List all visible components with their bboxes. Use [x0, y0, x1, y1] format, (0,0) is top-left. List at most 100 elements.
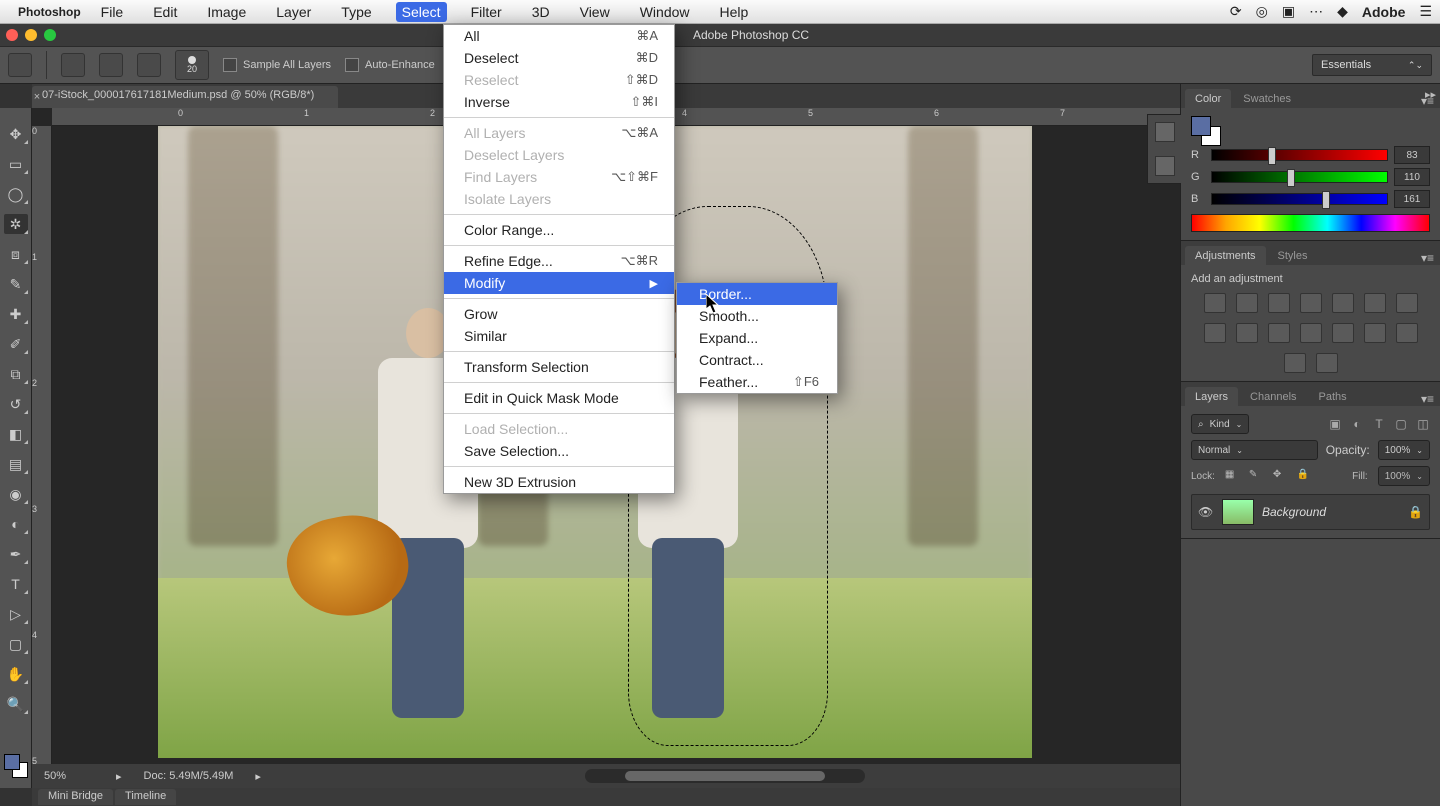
menu-layer[interactable]: Layer: [270, 2, 317, 22]
tab-mini-bridge[interactable]: Mini Bridge: [38, 789, 113, 805]
menu-type[interactable]: Type: [335, 2, 377, 22]
menu-item-find-layers[interactable]: Find Layers⌥⇧⌘F: [444, 166, 674, 188]
hand-tool[interactable]: ✋: [4, 664, 28, 684]
tab-swatches[interactable]: Swatches: [1233, 89, 1301, 108]
menu-item-transform-selection[interactable]: Transform Selection: [444, 356, 674, 378]
ruler-vertical[interactable]: 0 1 2 3 4 5: [32, 126, 52, 764]
color-balance-icon[interactable]: [1396, 293, 1418, 313]
hue-sat-icon[interactable]: [1364, 293, 1386, 313]
tab-paths[interactable]: Paths: [1309, 387, 1357, 406]
dodge-tool[interactable]: ◐: [4, 514, 28, 534]
menu-window[interactable]: Window: [634, 2, 696, 22]
levels-icon[interactable]: [1236, 293, 1258, 313]
auto-enhance-checkbox[interactable]: Auto-Enhance: [345, 58, 435, 72]
lasso-tool[interactable]: ◯: [4, 184, 28, 204]
lock-all-icon[interactable]: 🔒: [1297, 469, 1311, 483]
eraser-tool[interactable]: ◧: [4, 424, 28, 444]
opacity-field[interactable]: 100%⌄: [1378, 440, 1430, 460]
menu-select[interactable]: Select: [396, 2, 447, 22]
invert-icon[interactable]: [1332, 323, 1354, 343]
move-tool[interactable]: ✥: [4, 124, 28, 144]
healing-brush-tool[interactable]: ✚: [4, 304, 28, 324]
pen-tool[interactable]: ✒: [4, 544, 28, 564]
blend-mode-dropdown[interactable]: Normal ⌄: [1191, 440, 1318, 460]
menu-item-similar[interactable]: Similar: [444, 325, 674, 347]
cc-icon[interactable]: ◎: [1256, 3, 1268, 20]
submenu-contract[interactable]: Contract...: [677, 349, 837, 371]
submenu-smooth[interactable]: Smooth...: [677, 305, 837, 327]
filter-pixel-icon[interactable]: ▣: [1328, 417, 1342, 431]
menu-item-isolate-layers[interactable]: Isolate Layers: [444, 188, 674, 210]
path-selection-tool[interactable]: ▷: [4, 604, 28, 624]
menu-extras-icon[interactable]: ☰: [1419, 3, 1432, 20]
menu-item-reselect[interactable]: Reselect⇧⌘D: [444, 69, 674, 91]
tab-color[interactable]: Color: [1185, 89, 1231, 108]
submenu-border[interactable]: Border...: [677, 283, 837, 305]
menu-item-save-selection[interactable]: Save Selection...: [444, 440, 674, 462]
menu-item-deselect[interactable]: Deselect⌘D: [444, 47, 674, 69]
tab-adjustments[interactable]: Adjustments: [1185, 246, 1266, 265]
properties-panel-icon[interactable]: [1155, 156, 1175, 176]
marquee-tool[interactable]: ▭: [4, 154, 28, 174]
workspace-switcher[interactable]: Essentials ⌃⌄: [1312, 54, 1432, 76]
layer-lock-icon[interactable]: 🔒: [1408, 505, 1423, 519]
menu-item-new-3d-extrusion[interactable]: New 3D Extrusion: [444, 471, 674, 493]
bw-icon[interactable]: [1204, 323, 1226, 343]
eyedropper-tool[interactable]: ✎: [4, 274, 28, 294]
foreground-color-swatch[interactable]: [4, 754, 20, 770]
color-swatch-pair[interactable]: [1191, 116, 1221, 146]
menu-item-quick-mask[interactable]: Edit in Quick Mask Mode: [444, 387, 674, 409]
window-zoom-button[interactable]: [44, 29, 56, 41]
layer-name[interactable]: Background: [1262, 505, 1326, 519]
menu-edit[interactable]: Edit: [147, 2, 183, 22]
submenu-feather[interactable]: Feather...⇧F6: [677, 371, 837, 393]
panel-menu-icon[interactable]: ▾≡: [1421, 392, 1440, 406]
tab-timeline[interactable]: Timeline: [115, 789, 176, 805]
history-panel-icon[interactable]: [1155, 122, 1175, 142]
b-value[interactable]: 161: [1394, 190, 1430, 208]
gradient-map-icon[interactable]: [1284, 353, 1306, 373]
r-slider[interactable]: [1211, 149, 1388, 161]
foreground-background-swatch[interactable]: [4, 754, 28, 778]
g-value[interactable]: 110: [1394, 168, 1430, 186]
menu-item-color-range[interactable]: Color Range...: [444, 219, 674, 241]
filter-smart-icon[interactable]: ◫: [1416, 417, 1430, 431]
vibrance-icon[interactable]: [1332, 293, 1354, 313]
brightness-contrast-icon[interactable]: [1204, 293, 1226, 313]
blur-tool[interactable]: ◉: [4, 484, 28, 504]
sample-all-layers-checkbox[interactable]: Sample All Layers: [223, 58, 331, 72]
doc-size[interactable]: Doc: 5.49M/5.49M: [144, 770, 234, 782]
menu-image[interactable]: Image: [201, 2, 252, 22]
menu-item-modify[interactable]: Modify▶: [444, 272, 674, 294]
color-lookup-icon[interactable]: [1300, 323, 1322, 343]
window-close-button[interactable]: [6, 29, 18, 41]
window-minimize-button[interactable]: [25, 29, 37, 41]
zoom-level[interactable]: 50%: [44, 770, 94, 782]
panel-menu-icon[interactable]: ▾≡: [1421, 251, 1440, 265]
menu-file[interactable]: File: [95, 2, 130, 22]
selective-color-icon[interactable]: [1316, 353, 1338, 373]
doc-caret-icon[interactable]: ▸: [255, 770, 261, 783]
filter-type-icon[interactable]: T: [1372, 417, 1386, 431]
more-icon[interactable]: ⋯: [1309, 3, 1323, 20]
tab-channels[interactable]: Channels: [1240, 387, 1306, 406]
app-name[interactable]: Photoshop: [18, 5, 81, 19]
filter-adjust-icon[interactable]: ◐: [1350, 417, 1364, 431]
sync-icon[interactable]: ⟳: [1230, 3, 1242, 20]
menu-item-load-selection[interactable]: Load Selection...: [444, 418, 674, 440]
b-slider[interactable]: [1211, 193, 1388, 205]
layer-thumbnail[interactable]: [1222, 499, 1254, 525]
document-tab[interactable]: × 07-iStock_000017617181Medium.psd @ 50%…: [32, 86, 338, 108]
zoom-tool[interactable]: 🔍: [4, 694, 28, 714]
panel-flyout-icon[interactable]: ▸▸: [1425, 88, 1436, 101]
exposure-icon[interactable]: [1300, 293, 1322, 313]
menu-item-all-layers[interactable]: All Layers⌥⌘A: [444, 122, 674, 144]
selection-subtract-icon[interactable]: [137, 53, 161, 77]
screen-icon[interactable]: ▣: [1282, 3, 1295, 20]
brush-size-picker[interactable]: 20: [175, 50, 209, 80]
filter-shape-icon[interactable]: ▢: [1394, 417, 1408, 431]
type-tool[interactable]: T: [4, 574, 28, 594]
selection-add-icon[interactable]: [99, 53, 123, 77]
submenu-expand[interactable]: Expand...: [677, 327, 837, 349]
zoom-caret-icon[interactable]: ▸: [116, 770, 122, 783]
